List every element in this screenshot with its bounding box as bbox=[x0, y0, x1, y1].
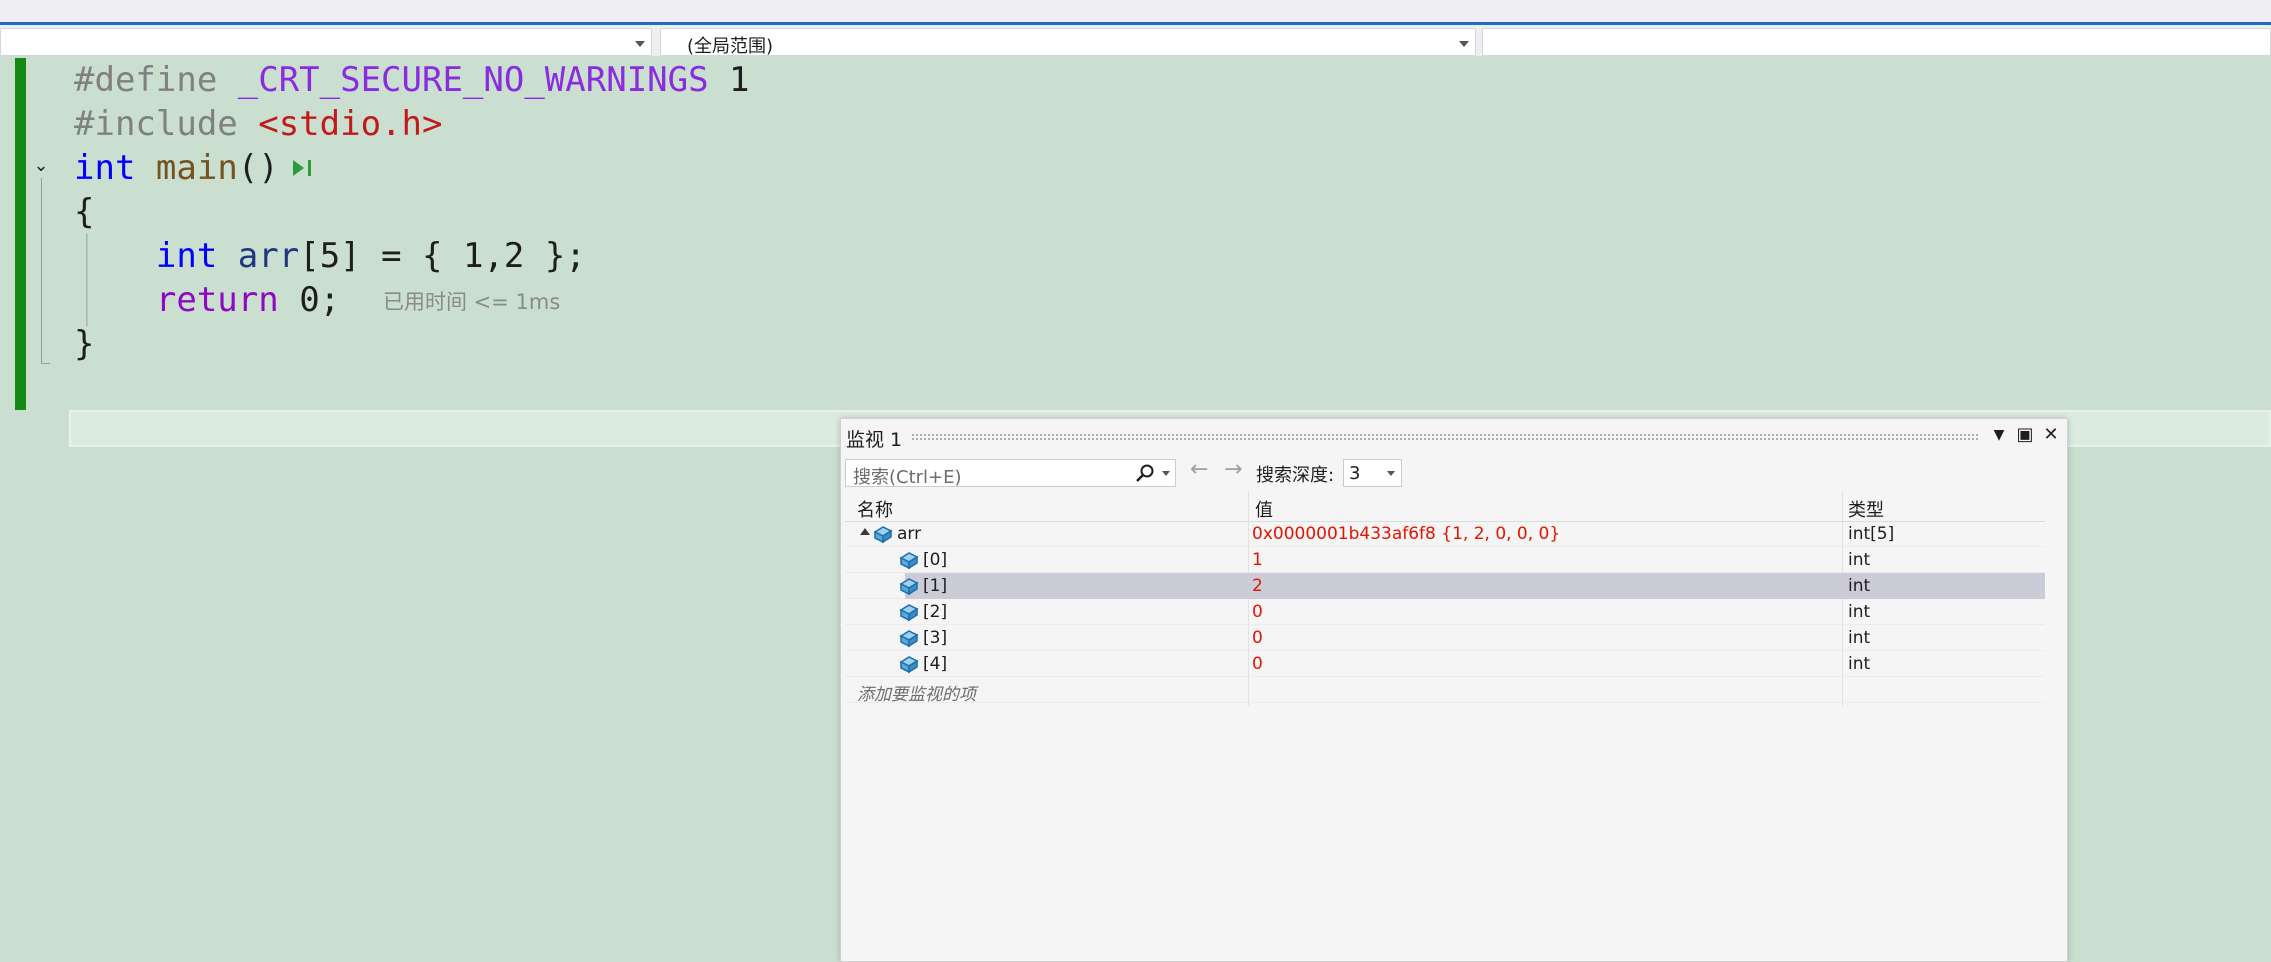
column-header-name[interactable]: 名称 bbox=[857, 496, 893, 522]
drag-grip[interactable] bbox=[911, 433, 1979, 440]
watch-type: int bbox=[1848, 654, 1871, 674]
add-watch-row[interactable]: 添加要监视的项 bbox=[845, 677, 2045, 705]
variable-icon bbox=[899, 552, 919, 570]
search-placeholder: 搜索(Ctrl+E) bbox=[853, 467, 962, 488]
search-depth-value: 3 bbox=[1349, 463, 1361, 484]
close-icon[interactable]: ✕ bbox=[2040, 424, 2062, 446]
code-token: 0; bbox=[278, 280, 341, 320]
chevron-down-icon bbox=[635, 41, 645, 47]
watch-value[interactable]: 1 bbox=[1252, 550, 1263, 570]
watch-name: [1] bbox=[923, 576, 948, 596]
window-menu-icon[interactable]: ▼ bbox=[1988, 424, 2010, 446]
watch-type: int bbox=[1848, 576, 1871, 596]
navigation-bar: (全局范围) bbox=[0, 22, 2271, 57]
watch-type: int bbox=[1848, 628, 1871, 648]
watch-row[interactable]: [3] 0 int bbox=[845, 625, 2045, 651]
collapse-icon[interactable]: ⌄ bbox=[30, 155, 52, 177]
watch-title: 监视 1 bbox=[846, 429, 903, 451]
watch-window: 监视 1 ▼ ▣ ✕ 搜索(Ctrl+E) ← → 搜索深度: 3 名称 值 类… bbox=[840, 418, 2068, 962]
code-line[interactable]: #define _CRT_SECURE_NO_WARNINGS 1 bbox=[74, 58, 750, 102]
perf-tip[interactable]: 已用时间 <= 1ms bbox=[383, 286, 560, 316]
code-token: 1 bbox=[708, 60, 750, 100]
member-combo[interactable] bbox=[1482, 28, 2271, 56]
code-token: } bbox=[74, 324, 95, 364]
code-token: #include bbox=[74, 104, 259, 144]
code-token: #define bbox=[74, 60, 238, 100]
variable-icon bbox=[873, 526, 893, 544]
watch-toolbar: 搜索(Ctrl+E) ← → 搜索深度: 3 bbox=[841, 455, 2067, 491]
watch-name: [3] bbox=[923, 628, 948, 648]
code-token: main bbox=[155, 148, 238, 188]
variable-icon bbox=[899, 630, 919, 648]
fold-guide-end bbox=[41, 363, 50, 364]
change-tracking-bar bbox=[15, 58, 26, 410]
fold-guide bbox=[41, 178, 42, 364]
search-options-icon[interactable] bbox=[1162, 471, 1170, 476]
search-input[interactable]: 搜索(Ctrl+E) bbox=[845, 459, 1176, 488]
forward-arrow-icon[interactable]: → bbox=[1224, 457, 1242, 482]
scope-combo-text: (全局范围) bbox=[687, 36, 774, 57]
title-strip bbox=[0, 0, 2271, 22]
watch-grid-header: 名称 值 类型 bbox=[845, 491, 2045, 522]
code-token: return bbox=[155, 280, 279, 320]
expand-triangle-icon[interactable] bbox=[860, 528, 870, 535]
variable-icon bbox=[899, 656, 919, 674]
maximize-icon[interactable]: ▣ bbox=[2014, 424, 2036, 446]
add-watch-placeholder: 添加要监视的项 bbox=[857, 685, 976, 705]
code-token: () bbox=[237, 148, 279, 188]
watch-value[interactable]: 0 bbox=[1252, 628, 1263, 648]
watch-value[interactable]: 0 bbox=[1252, 654, 1263, 674]
watch-value[interactable]: 0 bbox=[1252, 602, 1263, 622]
watch-row[interactable]: [2] 0 int bbox=[845, 599, 2045, 625]
watch-name: [2] bbox=[923, 602, 948, 622]
chevron-down-icon bbox=[1387, 471, 1395, 476]
watch-name: arr bbox=[897, 524, 922, 544]
code-line[interactable]: return 0; bbox=[74, 278, 340, 322]
code-token: <stdio.h> bbox=[258, 104, 443, 144]
code-token: [5] = { 1,2 }; bbox=[299, 236, 586, 276]
search-depth-label: 搜索深度: bbox=[1256, 465, 1335, 486]
code-token: arr bbox=[237, 236, 300, 276]
watch-name: [4] bbox=[923, 654, 948, 674]
code-line[interactable]: #include <stdio.h> bbox=[74, 102, 442, 146]
search-depth-select[interactable]: 3 bbox=[1343, 459, 1402, 487]
chevron-down-icon bbox=[1459, 41, 1469, 47]
code-token: { bbox=[74, 192, 95, 232]
watch-row[interactable]: [0] 1 int bbox=[845, 547, 2045, 573]
watch-name: [0] bbox=[923, 550, 948, 570]
watch-value[interactable]: 0x0000001b433af6f8 {1, 2, 0, 0, 0} bbox=[1252, 524, 1560, 544]
code-line[interactable]: { bbox=[74, 190, 94, 234]
watch-title-bar[interactable]: 监视 1 ▼ ▣ ✕ bbox=[841, 419, 2067, 453]
code-line[interactable]: int main() bbox=[74, 146, 279, 190]
back-arrow-icon[interactable]: ← bbox=[1190, 457, 1208, 482]
variable-icon bbox=[899, 578, 919, 596]
code-line[interactable]: int arr[5] = { 1,2 }; bbox=[74, 234, 586, 278]
project-combo[interactable] bbox=[0, 28, 652, 56]
code-line[interactable]: } bbox=[74, 322, 94, 366]
code-token: int bbox=[74, 148, 136, 188]
watch-type: int bbox=[1848, 602, 1871, 622]
selection-highlight bbox=[905, 573, 2045, 599]
watch-row[interactable]: arr 0x0000001b433af6f8 {1, 2, 0, 0, 0} int… bbox=[845, 521, 2045, 547]
variable-icon bbox=[899, 604, 919, 622]
run-to-click-icon[interactable] bbox=[290, 156, 316, 180]
watch-value[interactable]: 2 bbox=[1252, 576, 1263, 596]
code-token: int bbox=[155, 236, 218, 276]
watch-type: int bbox=[1848, 550, 1871, 570]
search-icon[interactable] bbox=[1134, 463, 1156, 485]
watch-row[interactable]: [4] 0 int bbox=[845, 651, 2045, 677]
column-header-type[interactable]: 类型 bbox=[1848, 496, 1884, 522]
watch-type: int[5] bbox=[1848, 524, 1895, 544]
watch-row[interactable]: [1] 2 int bbox=[845, 573, 2045, 599]
scope-combo[interactable]: (全局范围) bbox=[660, 28, 1476, 57]
column-header-value[interactable]: 值 bbox=[1255, 496, 1273, 522]
code-token: _CRT_SECURE_NO_WARNINGS bbox=[237, 60, 709, 100]
